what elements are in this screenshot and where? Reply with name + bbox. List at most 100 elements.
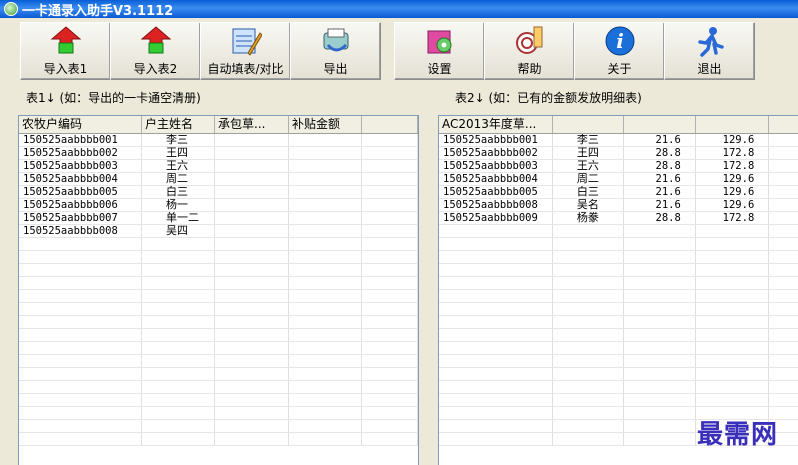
table-row[interactable]	[439, 342, 798, 355]
table-row[interactable]: 150525aabbbb008 吴名 21.6 129.6	[439, 199, 798, 212]
table-row[interactable]: 150525aabbbb009 杨豢 28.8 172.8	[439, 212, 798, 225]
table-row[interactable]	[439, 251, 798, 264]
table-cell	[19, 316, 142, 328]
table-row[interactable]: 150525aabbbb001 李三 21.6 129.6	[439, 134, 798, 147]
toolbar: 导入表1 导入表2 自动填表/对比 导出 设置 帮助 i 关于 退出	[20, 22, 755, 80]
table-row[interactable]	[439, 368, 798, 381]
table-cell	[142, 355, 215, 367]
table-cell	[696, 342, 770, 354]
table-row[interactable]	[19, 277, 418, 290]
table-row[interactable]	[439, 290, 798, 303]
table-cell	[624, 368, 696, 380]
table-cell	[769, 264, 798, 276]
table-row[interactable]	[19, 355, 418, 368]
exit-button[interactable]: 退出	[664, 22, 755, 80]
table-row[interactable]	[439, 277, 798, 290]
table-row[interactable]	[439, 394, 798, 407]
table2-col-code[interactable]: AC2013年度草...	[439, 116, 554, 133]
table2-col-value-a[interactable]	[624, 116, 696, 133]
table-row[interactable]	[19, 303, 418, 316]
svg-text:i: i	[616, 29, 624, 53]
table-cell	[439, 407, 553, 419]
table-cell: 150525aabbbb001	[439, 134, 553, 146]
table-row[interactable]: 150525aabbbb004 周二	[19, 173, 418, 186]
table1-grid[interactable]: 农牧户编码 户主姓名 承包草... 补贴金额 150525aabbbb001 李三…	[18, 115, 419, 465]
table-row[interactable]	[439, 316, 798, 329]
table-row[interactable]	[19, 381, 418, 394]
table-cell: 150525aabbbb005	[439, 186, 553, 198]
table-row[interactable]: 150525aabbbb008 吴四	[19, 225, 418, 238]
table-row[interactable]: 150525aabbbb003 王六 28.8 172.8	[439, 160, 798, 173]
help-button[interactable]: 帮助	[484, 22, 575, 80]
table-row[interactable]	[19, 433, 418, 446]
table-row[interactable]	[19, 394, 418, 407]
table-row[interactable]	[19, 420, 418, 433]
table-cell	[19, 329, 142, 341]
table-cell	[362, 186, 418, 198]
table-row[interactable]	[19, 238, 418, 251]
table-row[interactable]: 150525aabbbb003 王六	[19, 160, 418, 173]
table-row[interactable]	[19, 264, 418, 277]
table-row[interactable]	[439, 355, 798, 368]
table-cell: 21.6	[624, 134, 696, 146]
table1-col-extra[interactable]	[362, 116, 418, 133]
table1-col-code[interactable]: 农牧户编码	[19, 116, 142, 133]
table-row[interactable]: 150525aabbbb005 白三	[19, 186, 418, 199]
table-row[interactable]	[439, 303, 798, 316]
table-cell	[215, 277, 289, 289]
autofill-compare-button[interactable]: 自动填表/对比	[200, 22, 291, 80]
table-row[interactable]	[19, 342, 418, 355]
table-cell: 150525aabbbb007	[19, 212, 142, 224]
table-row[interactable]: 150525aabbbb002 王四	[19, 147, 418, 160]
table-cell	[215, 212, 289, 224]
table1-col-grassland[interactable]: 承包草...	[215, 116, 289, 133]
about-button[interactable]: i 关于	[574, 22, 665, 80]
table-cell	[362, 407, 418, 419]
table-row[interactable]	[439, 264, 798, 277]
table-row[interactable]: 150525aabbbb004 周二 21.6 129.6	[439, 173, 798, 186]
import-table2-button[interactable]: 导入表2	[110, 22, 201, 80]
table-cell: 杨豢	[553, 212, 625, 224]
table-cell	[362, 277, 418, 289]
table-cell	[289, 368, 362, 380]
table-cell: 172.8	[696, 212, 770, 224]
export-button[interactable]: 导出	[290, 22, 381, 80]
table-row[interactable]: 150525aabbbb002 王四 28.8 172.8	[439, 147, 798, 160]
table1-col-subsidy[interactable]: 补贴金额	[289, 116, 362, 133]
table-row[interactable]: 150525aabbbb005 白三 21.6 129.6	[439, 186, 798, 199]
import-table1-button[interactable]: 导入表1	[20, 22, 111, 80]
table-row[interactable]: 150525aabbbb006 杨一	[19, 199, 418, 212]
table-row[interactable]: 150525aabbbb001 李三	[19, 134, 418, 147]
table-row[interactable]: 150525aabbbb007 单一二	[19, 212, 418, 225]
table-row[interactable]	[19, 251, 418, 264]
table-cell	[769, 355, 798, 367]
table-row[interactable]	[19, 368, 418, 381]
table2-col-extra[interactable]	[769, 116, 798, 133]
table-row[interactable]	[439, 225, 798, 238]
table-cell	[289, 173, 362, 185]
table-cell	[215, 368, 289, 380]
table-cell	[215, 420, 289, 432]
table-cell	[289, 147, 362, 159]
table-cell: 150525aabbbb008	[439, 199, 553, 211]
table-cell	[769, 303, 798, 315]
table-cell	[624, 277, 696, 289]
table-cell	[769, 173, 798, 185]
table-cell	[439, 316, 553, 328]
table2-col-name[interactable]	[553, 116, 625, 133]
table-row[interactable]	[19, 407, 418, 420]
table2-col-value-b[interactable]	[696, 116, 770, 133]
settings-button[interactable]: 设置	[394, 22, 485, 80]
table1-col-owner[interactable]: 户主姓名	[142, 116, 215, 133]
table-row[interactable]	[439, 329, 798, 342]
table-row[interactable]	[19, 316, 418, 329]
table-row[interactable]	[19, 329, 418, 342]
table-cell	[142, 394, 215, 406]
table-cell	[289, 238, 362, 250]
table-cell: 白三	[142, 186, 215, 198]
table-row[interactable]	[439, 381, 798, 394]
table-row[interactable]	[19, 290, 418, 303]
table-row[interactable]	[439, 238, 798, 251]
table2-grid[interactable]: AC2013年度草... 150525aabbbb001 李三 21.6 129.6 1…	[438, 115, 798, 465]
table-cell: 150525aabbbb009	[439, 212, 553, 224]
